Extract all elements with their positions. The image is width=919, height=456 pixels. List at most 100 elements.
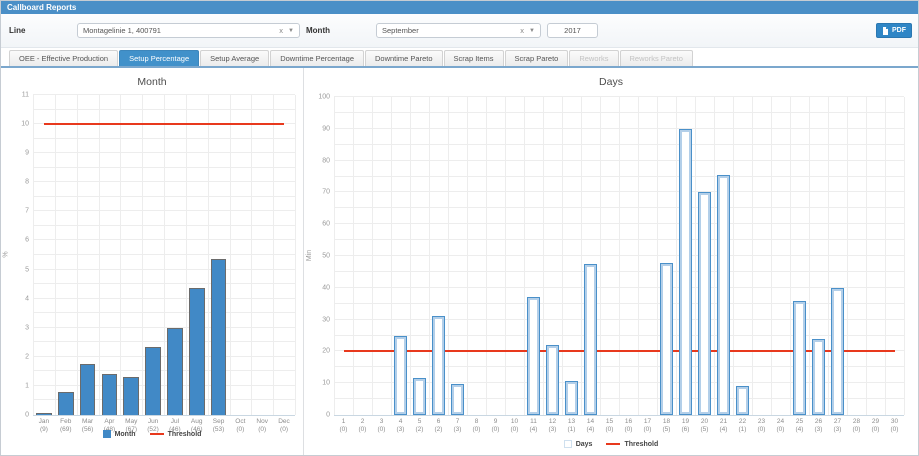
bar-Mar (80, 364, 96, 415)
threshold-line (44, 123, 284, 125)
x-tick-label: 5(2) (410, 418, 429, 434)
x-tick-label: 19(6) (676, 418, 695, 434)
month-select-value: September (382, 26, 520, 35)
gridline-vertical (866, 97, 867, 415)
tab-scrap-pareto[interactable]: Scrap Pareto (505, 50, 569, 66)
x-tick-label: 1(0) (334, 418, 353, 434)
y-tick-label: 50 (322, 253, 330, 260)
gridline-vertical (676, 97, 677, 415)
callboard-reports-window: Callboard Reports Line Montagelinie 1, 4… (0, 0, 919, 456)
x-tick-label: 4(3) (391, 418, 410, 434)
x-tick-count: (1) (733, 426, 752, 434)
bar-22 (736, 386, 750, 415)
month-legend: Month Threshold (1, 430, 303, 438)
gridline-vertical (581, 97, 582, 415)
gridline-vertical (33, 95, 34, 415)
tab-oee-effective-production[interactable]: OEE - Effective Production (9, 50, 118, 66)
tab-setup-percentage[interactable]: Setup Percentage (119, 50, 199, 66)
bar-21 (717, 175, 731, 415)
gridline-vertical (186, 95, 187, 415)
x-tick-count: (5) (657, 426, 676, 434)
gridline-vertical (847, 97, 848, 415)
tab-downtime-percentage[interactable]: Downtime Percentage (270, 50, 364, 66)
gridline-vertical (714, 97, 715, 415)
chevron-down-icon[interactable]: ▼ (288, 28, 294, 34)
x-tick-count: (3) (543, 426, 562, 434)
x-tick-count: (5) (695, 426, 714, 434)
gridline-vertical (790, 97, 791, 415)
x-tick-count: (2) (410, 426, 429, 434)
x-tick-count: (2) (429, 426, 448, 434)
y-tick-label: 10 (21, 121, 29, 128)
x-tick-label: 18(5) (657, 418, 676, 434)
gridline-vertical (353, 97, 354, 415)
bar-7 (451, 384, 465, 415)
bar-4 (394, 336, 408, 416)
threshold-legend-marker (150, 433, 164, 435)
x-tick-count: (0) (486, 426, 505, 434)
tab-downtime-pareto[interactable]: Downtime Pareto (365, 50, 443, 66)
gridline-vertical (543, 97, 544, 415)
gridline-vertical (55, 95, 56, 415)
y-tick-label: 6 (25, 237, 29, 244)
x-tick-category: 29 (866, 418, 885, 426)
x-tick-count: (0) (885, 426, 904, 434)
clear-icon[interactable]: x (279, 26, 283, 35)
x-tick-category: 5 (410, 418, 429, 426)
gridline-vertical (467, 97, 468, 415)
clear-icon[interactable]: x (520, 26, 524, 35)
x-tick-label: 26(3) (809, 418, 828, 434)
x-tick-count: (0) (847, 426, 866, 434)
gridline-vertical (208, 95, 209, 415)
gridline-vertical (657, 97, 658, 415)
x-tick-label: 11(4) (524, 418, 543, 434)
month-plot-area: 01234567891011 (33, 95, 295, 416)
gridline-vertical (142, 95, 143, 415)
x-tick-label: 8(0) (467, 418, 486, 434)
x-tick-count: (0) (600, 426, 619, 434)
x-tick-category: 9 (486, 418, 505, 426)
chevron-down-icon[interactable]: ▼ (529, 28, 535, 34)
pdf-button-label: PDF (892, 27, 906, 34)
x-tick-category: 17 (638, 418, 657, 426)
x-tick-label: 20(5) (695, 418, 714, 434)
tab-setup-average[interactable]: Setup Average (200, 50, 269, 66)
x-tick-label: 12(3) (543, 418, 562, 434)
bar-13 (565, 381, 579, 415)
gridline-vertical (99, 95, 100, 415)
x-tick-count: (0) (619, 426, 638, 434)
y-tick-label: 2 (25, 353, 29, 360)
series-legend-label: Month (115, 431, 136, 438)
gridline-vertical (429, 97, 430, 415)
gridline-vertical (733, 97, 734, 415)
gridline-vertical (230, 95, 231, 415)
legend-item-threshold: Threshold (150, 431, 202, 438)
x-tick-count: (3) (809, 426, 828, 434)
y-tick-label: 80 (322, 157, 330, 164)
x-tick-category: 2 (353, 418, 372, 426)
x-tick-category: Aug (186, 418, 208, 426)
x-tick-category: 11 (524, 418, 543, 426)
x-tick-count: (0) (372, 426, 391, 434)
year-input[interactable] (547, 23, 598, 38)
x-tick-category: Nov (251, 418, 273, 426)
x-tick-category: 4 (391, 418, 410, 426)
series-legend-marker (103, 430, 111, 438)
x-tick-label: 27(3) (828, 418, 847, 434)
gridline-vertical (828, 97, 829, 415)
days-x-axis: 1(0)2(0)3(0)4(3)5(2)6(2)7(3)8(0)9(0)10(0… (334, 418, 904, 434)
pdf-button[interactable]: PDF (876, 23, 912, 38)
x-tick-count: (4) (524, 426, 543, 434)
bar-Aug (189, 288, 205, 415)
gridline-vertical (448, 97, 449, 415)
gridline-vertical (391, 97, 392, 415)
gridline-vertical (120, 95, 121, 415)
month-select[interactable]: September x ▼ (376, 23, 541, 38)
x-tick-category: 27 (828, 418, 847, 426)
line-select[interactable]: Montagelinie 1, 400791 x ▼ (77, 23, 300, 38)
x-tick-label: 17(0) (638, 418, 657, 434)
x-tick-count: (6) (676, 426, 695, 434)
x-tick-label: 16(0) (619, 418, 638, 434)
tab-scrap-items[interactable]: Scrap Items (444, 50, 504, 66)
x-tick-category: 18 (657, 418, 676, 426)
